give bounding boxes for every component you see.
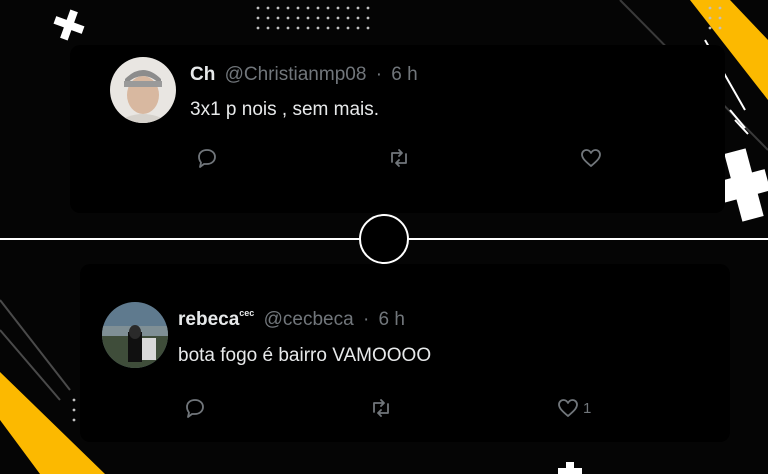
tweet-text: bota fogo é bairro VAMOOOO bbox=[178, 345, 432, 366]
display-name[interactable]: rebeca bbox=[178, 309, 239, 330]
reply-icon bbox=[198, 149, 216, 168]
avatar[interactable] bbox=[110, 57, 176, 123]
repost-button[interactable] bbox=[369, 396, 393, 420]
tweet-header: Ch @Christianmp08 · 6 h bbox=[190, 64, 418, 86]
display-name-suffix: cec bbox=[239, 308, 255, 318]
reply-button[interactable] bbox=[195, 146, 219, 170]
repost-icon bbox=[373, 399, 389, 417]
separator: · bbox=[375, 64, 383, 85]
repost-icon bbox=[391, 149, 407, 167]
tweet-card: rebecacec @cecbeca · 6 h bota fogo é bai… bbox=[80, 264, 730, 442]
like-icon bbox=[558, 399, 578, 417]
like-count: 1 bbox=[583, 399, 592, 417]
handle[interactable]: @Christianmp08 bbox=[225, 64, 367, 85]
like-button[interactable]: 1 bbox=[556, 396, 591, 420]
tweet-header: rebecacec @cecbeca · 6 h bbox=[178, 308, 405, 331]
divider-circle bbox=[359, 214, 409, 264]
tweet-text: 3x1 p nois , sem mais. bbox=[190, 99, 380, 120]
reply-button[interactable] bbox=[183, 396, 207, 420]
timestamp[interactable]: 6 h bbox=[379, 309, 405, 330]
tweet-card: Ch @Christianmp08 · 6 h 3x1 p nois , sem… bbox=[70, 45, 725, 213]
timestamp[interactable]: 6 h bbox=[391, 64, 417, 85]
like-button[interactable] bbox=[579, 146, 603, 170]
handle[interactable]: @cecbeca bbox=[264, 309, 354, 330]
repost-button[interactable] bbox=[387, 146, 411, 170]
reply-icon bbox=[186, 399, 204, 418]
display-name[interactable]: Ch bbox=[190, 64, 215, 85]
like-icon bbox=[581, 149, 601, 167]
separator: · bbox=[362, 309, 370, 330]
avatar[interactable] bbox=[102, 302, 168, 368]
